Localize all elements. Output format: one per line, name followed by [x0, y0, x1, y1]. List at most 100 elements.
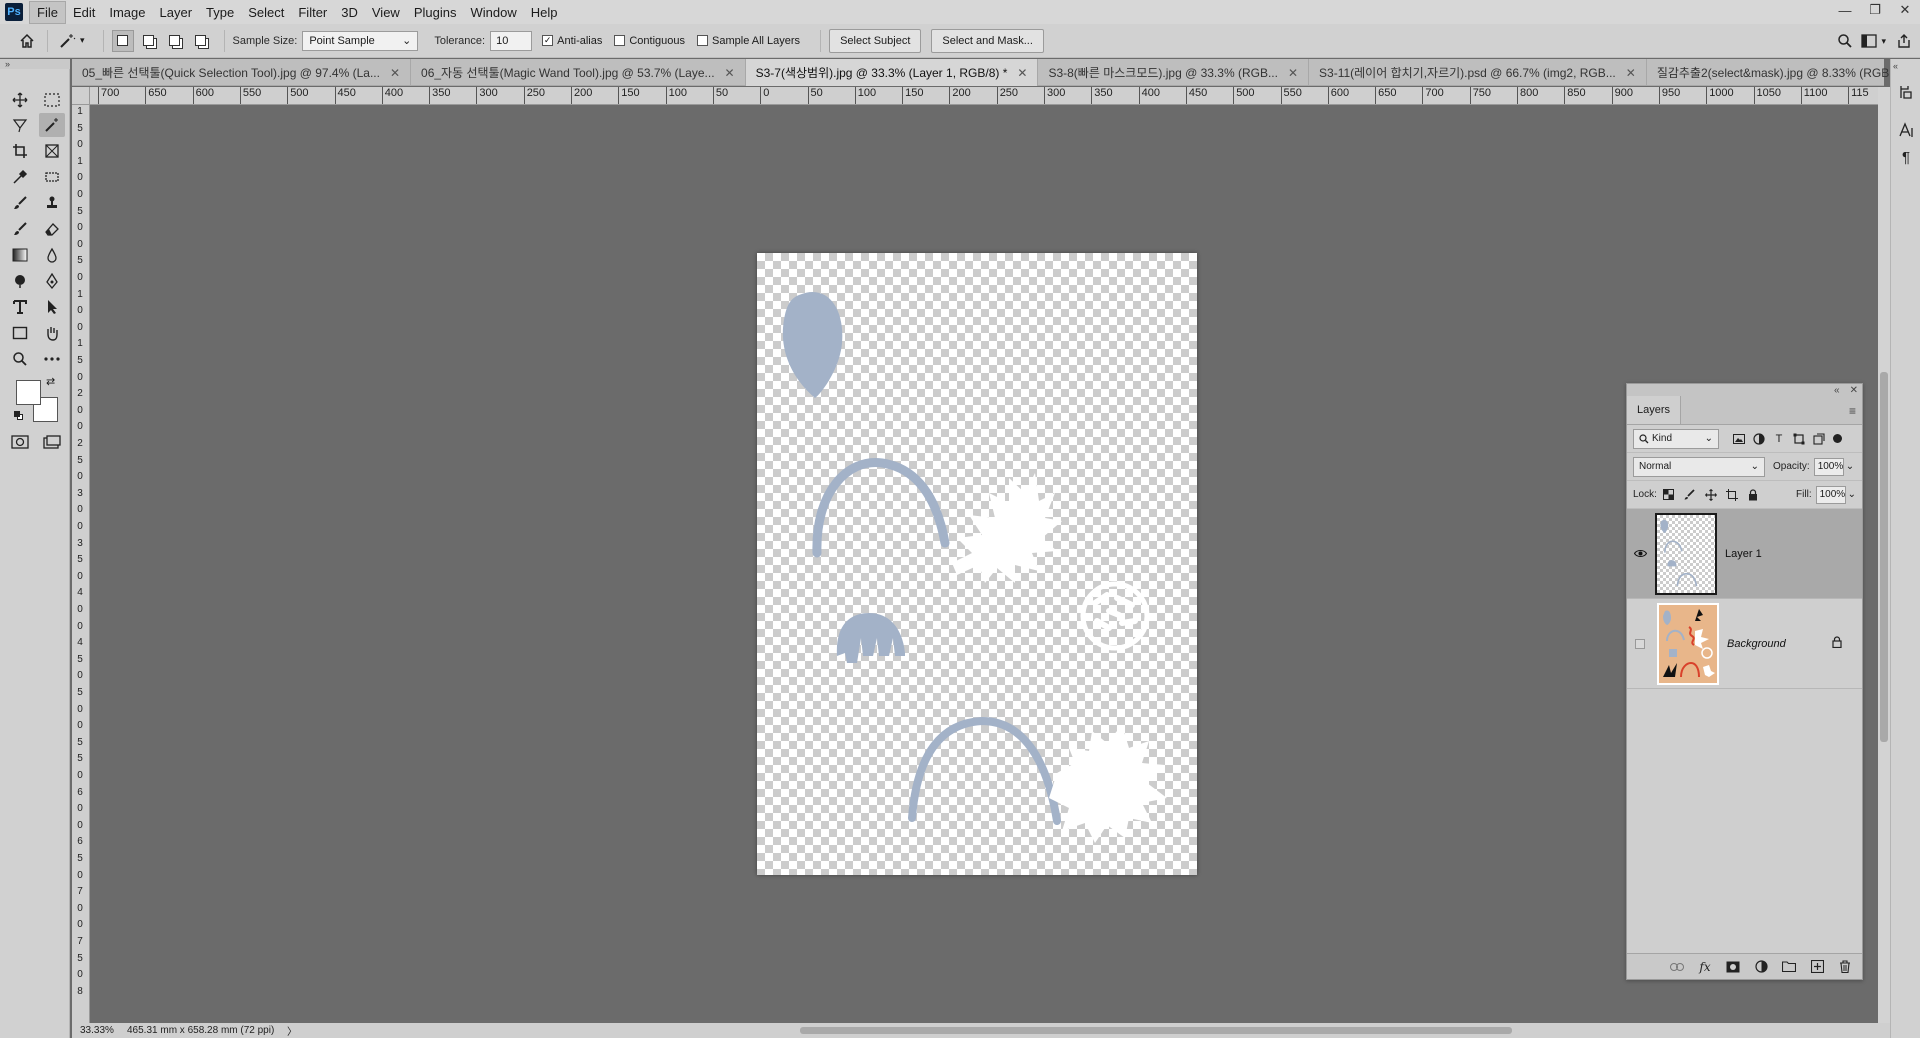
close-icon[interactable]: ✕ [1017, 66, 1027, 80]
lock-transparency-icon[interactable] [1660, 486, 1678, 504]
share-icon[interactable] [1892, 29, 1916, 53]
opacity-input[interactable]: 100% [1813, 457, 1844, 476]
menu-plugins[interactable]: Plugins [407, 2, 464, 23]
hand-tool-icon[interactable] [39, 321, 65, 345]
workspace-icon[interactable] [1857, 29, 1881, 53]
crop-tool-icon[interactable] [7, 139, 33, 163]
close-icon[interactable]: ✕ [725, 66, 735, 80]
intersect-selection-button[interactable] [190, 30, 212, 52]
visibility-eye-icon[interactable] [1629, 543, 1651, 565]
zoom-tool-icon[interactable] [7, 347, 33, 371]
home-icon[interactable] [15, 29, 39, 53]
sample-size-select[interactable]: Point Sample ⌄ [302, 30, 419, 51]
search-icon[interactable] [1833, 29, 1857, 53]
ruler-origin[interactable] [72, 87, 90, 105]
chevron-down-icon[interactable]: ⌄ [1846, 461, 1854, 472]
add-to-selection-button[interactable] [138, 30, 160, 52]
restore-button[interactable]: ❐ [1860, 0, 1890, 20]
canvas-area[interactable] [91, 106, 1878, 1023]
move-tool-icon[interactable] [7, 88, 33, 112]
horizontal-scrollbar[interactable] [392, 1026, 1920, 1035]
smart-object-filter-icon[interactable] [1809, 429, 1829, 449]
menu-window[interactable]: Window [463, 2, 523, 23]
link-layers-icon[interactable] [1668, 958, 1686, 976]
select-subject-button[interactable]: Select Subject [829, 28, 922, 53]
menu-image[interactable]: Image [102, 2, 152, 23]
document-tab-active[interactable]: S3-7(색상범위).jpg @ 33.3% (Layer 1, RGB/8) … [745, 59, 1039, 86]
minimize-button[interactable]: — [1830, 0, 1860, 20]
magic-wand-tool-icon[interactable] [39, 113, 65, 137]
shape-layer-filter-icon[interactable] [1789, 429, 1809, 449]
blur-tool-icon[interactable] [39, 243, 65, 267]
paragraph-icon[interactable]: ¶ [1895, 146, 1917, 168]
document-canvas[interactable] [757, 253, 1197, 875]
blend-mode-select[interactable]: Normal ⌄ [1633, 456, 1765, 477]
pixel-layer-filter-icon[interactable] [1729, 429, 1749, 449]
gradient-tool-icon[interactable] [7, 243, 33, 267]
eyedropper-tool-icon[interactable] [7, 165, 33, 189]
trash-icon[interactable] [1836, 958, 1854, 976]
chevron-down-icon[interactable]: ▾ [1881, 36, 1886, 47]
eraser-tool-icon[interactable] [39, 217, 65, 241]
close-icon[interactable]: ✕ [1626, 66, 1636, 80]
document-tab[interactable]: 질감추출2(select&mask).jpg @ 8.33% (RGB... ✕ [1647, 59, 1920, 86]
lock-position-icon[interactable] [1702, 486, 1720, 504]
path-selection-tool-icon[interactable] [39, 295, 65, 319]
horizontal-ruler[interactable]: 700 650 600 550 500 450 400 350 300 250 200 150 100 5… [90, 87, 1878, 105]
vertical-scrollbar[interactable] [1878, 87, 1890, 1023]
new-selection-button[interactable] [111, 29, 134, 52]
contiguous-checkbox[interactable]: Contiguous [614, 35, 685, 47]
document-tab[interactable]: 06_자동 선택툴(Magic Wand Tool).jpg @ 53.7% (… [411, 59, 746, 86]
menu-file[interactable]: File [29, 0, 66, 24]
document-tab[interactable]: 05_빠른 선택툴(Quick Selection Tool).jpg @ 97… [72, 59, 412, 86]
screen-mode-icon[interactable] [39, 430, 65, 454]
panel-menu-icon[interactable]: ≡ [1849, 404, 1856, 418]
layer-row-background[interactable]: Background [1627, 599, 1862, 689]
menu-help[interactable]: Help [524, 2, 565, 23]
type-tool-icon[interactable] [7, 295, 33, 319]
select-and-mask-button[interactable]: Select and Mask... [931, 28, 1044, 53]
filter-kind-select[interactable]: Kind ⌄ [1633, 428, 1719, 449]
layer-name[interactable]: Layer 1 [1725, 548, 1762, 560]
lasso-tool-icon[interactable] [7, 113, 33, 137]
close-window-button[interactable]: ✕ [1890, 0, 1920, 20]
lock-pixels-icon[interactable] [1681, 486, 1699, 504]
toolbar-collapse-handle[interactable]: » [0, 59, 70, 69]
adjustment-layer-filter-icon[interactable] [1749, 429, 1769, 449]
fill-input[interactable]: 100% [1815, 485, 1846, 504]
menu-3d[interactable]: 3D [334, 2, 365, 23]
quick-mask-icon[interactable] [7, 430, 33, 454]
type-layer-filter-icon[interactable]: T [1769, 429, 1789, 449]
close-icon[interactable]: ✕ [390, 66, 400, 80]
marquee-tool-icon[interactable] [39, 88, 65, 112]
vertical-ruler[interactable]: 1 5 0 1 0 0 5 0 0 5 0 1 0 0 1 5 0 2 0 0 2 5 0 3 0 0 3 5 0 4 0 0 4 5 0 5 0 0 5 5… [72, 105, 90, 1023]
magic-wand-preset-icon[interactable] [56, 29, 80, 53]
anti-alias-checkbox[interactable]: ✓ Anti-alias [542, 35, 602, 47]
frame-tool-icon[interactable] [39, 139, 65, 163]
menu-select[interactable]: Select [241, 2, 291, 23]
sample-all-layers-checkbox[interactable]: Sample All Layers [697, 35, 800, 47]
chevron-down-icon[interactable]: ▾ [80, 35, 85, 46]
collapse-panels-icon[interactable]: « [1893, 61, 1898, 71]
tolerance-input[interactable]: 10 [490, 30, 533, 51]
patch-tool-icon[interactable] [39, 165, 65, 189]
visibility-off-box[interactable] [1635, 638, 1645, 649]
menu-layer[interactable]: Layer [153, 2, 200, 23]
brush-tool-icon[interactable] [7, 191, 33, 215]
clone-stamp-tool-icon[interactable] [39, 191, 65, 215]
zoom-level[interactable]: 33.33% [72, 1025, 117, 1036]
layer-name[interactable]: Background [1727, 638, 1786, 650]
close-icon[interactable]: ✕ [1850, 385, 1858, 396]
foreground-color-swatch-front[interactable] [16, 380, 41, 405]
pen-tool-icon[interactable] [39, 269, 65, 293]
rectangle-tool-icon[interactable] [7, 321, 33, 345]
close-icon[interactable]: ✕ [1288, 66, 1298, 80]
lock-artboard-icon[interactable] [1723, 486, 1741, 504]
default-colors-icon[interactable] [14, 411, 24, 421]
document-tab[interactable]: S3-11(레이어 합치기,자르기).psd @ 66.7% (img2, RG… [1309, 59, 1647, 86]
menu-view[interactable]: View [365, 2, 407, 23]
history-brush-tool-icon[interactable] [7, 217, 33, 241]
new-group-folder-icon[interactable] [1780, 958, 1798, 976]
vertical-scroll-thumb[interactable] [1880, 372, 1888, 742]
menu-edit[interactable]: Edit [66, 2, 102, 23]
